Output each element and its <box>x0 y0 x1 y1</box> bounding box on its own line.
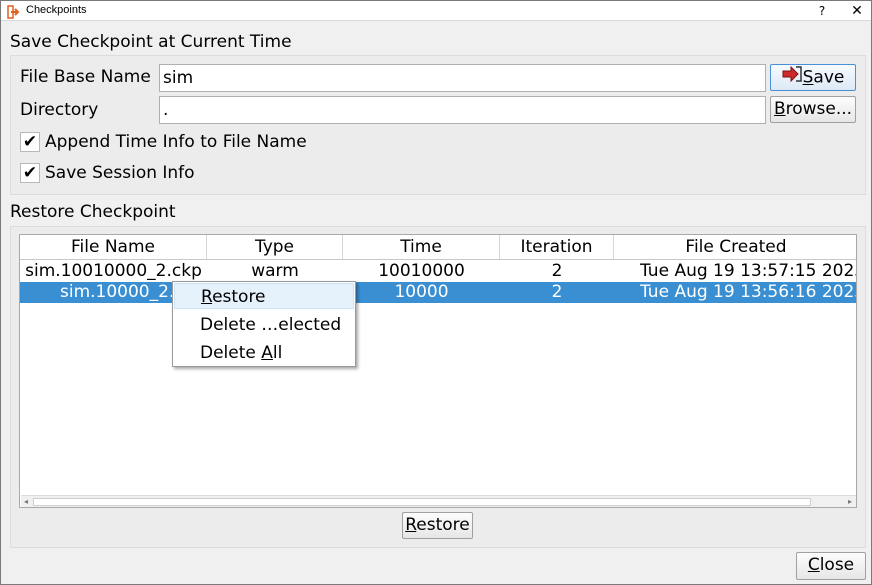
cell-iteration: 2 <box>551 282 563 302</box>
cell-time: 10010000 <box>378 261 465 281</box>
horizontal-scrollbar[interactable]: ◂ ▸ <box>21 495 856 507</box>
scrollbar-thumb[interactable] <box>33 498 811 506</box>
append-time-checkbox[interactable]: ✔ <box>20 132 40 152</box>
cell-time: 10000 <box>394 282 449 302</box>
save-session-checkbox[interactable]: ✔ <box>20 163 40 183</box>
append-time-label: Append Time Info to File Name <box>45 132 307 152</box>
cell-type: warm <box>251 261 299 281</box>
menu-item-mnemonic: A <box>261 343 273 363</box>
close-window-icon[interactable]: ✕ <box>847 2 867 20</box>
menu-item-mnemonic: R <box>201 287 213 307</box>
file-base-name-input[interactable]: sim <box>159 64 766 92</box>
menu-item-text: Delete <box>200 343 262 363</box>
column-header-type[interactable]: Type <box>207 235 343 260</box>
cell-iteration: 2 <box>551 261 563 281</box>
column-header-file-name[interactable]: File Name <box>20 235 207 260</box>
table-row[interactable]: sim.10010000_2.ckp warm 10010000 2 Tue A… <box>20 261 857 282</box>
browse-label: rowse... <box>785 99 853 119</box>
title-bar: Checkpoints ? ✕ <box>1 1 871 21</box>
column-header-file-created[interactable]: File Created <box>614 235 856 260</box>
app-icon <box>7 4 21 19</box>
checkpoint-table[interactable]: File Name Type Time Iteration File Creat… <box>19 234 857 508</box>
file-base-name-label: File Base Name <box>20 67 151 87</box>
table-row-selected[interactable]: sim.10000_2. 10000 2 Tue Aug 19 13:56:16… <box>20 282 857 303</box>
save-mnemonic: S <box>802 67 814 88</box>
context-menu: Restore Delete …elected Delete All <box>172 281 356 367</box>
menu-item-delete-selected[interactable]: Delete …elected <box>174 312 354 338</box>
column-header-iteration[interactable]: Iteration <box>500 235 614 260</box>
save-label: ave <box>813 67 845 88</box>
restore-button[interactable]: Restore <box>402 512 473 539</box>
browse-button[interactable]: Browse... <box>770 96 856 123</box>
save-button[interactable]: Save <box>770 64 856 91</box>
menu-item-text-rest: estore <box>212 287 266 307</box>
close-button[interactable]: Close <box>796 552 866 580</box>
menu-item-delete-all[interactable]: Delete All <box>174 340 354 366</box>
menu-item-restore[interactable]: Restore <box>174 283 354 309</box>
restore-mnemonic: R <box>405 515 417 535</box>
close-mnemonic: C <box>807 555 820 575</box>
save-arrow-icon <box>782 65 802 90</box>
help-button[interactable]: ? <box>813 2 831 20</box>
scroll-left-icon[interactable]: ◂ <box>21 497 31 507</box>
menu-item-text-rest: ll <box>272 343 283 363</box>
restore-label: estore <box>416 515 470 535</box>
browse-mnemonic: B <box>773 99 786 119</box>
directory-input[interactable]: . <box>159 96 766 124</box>
menu-item-text: Delete …elected <box>200 315 342 335</box>
scroll-right-icon[interactable]: ▸ <box>845 497 855 507</box>
cell-created: Tue Aug 19 13:56:16 2025 <box>640 282 857 302</box>
close-label: lose <box>819 555 855 575</box>
restore-section-title: Restore Checkpoint <box>10 202 176 222</box>
window-title: Checkpoints <box>26 4 87 16</box>
column-header-time[interactable]: Time <box>343 235 500 260</box>
directory-label: Directory <box>20 100 99 120</box>
cell-created: Tue Aug 19 13:57:15 2025 <box>640 261 857 281</box>
save-section-title: Save Checkpoint at Current Time <box>10 32 292 52</box>
save-session-label: Save Session Info <box>45 163 195 183</box>
cell-file-name: sim.10010000_2.ckp <box>25 261 202 281</box>
